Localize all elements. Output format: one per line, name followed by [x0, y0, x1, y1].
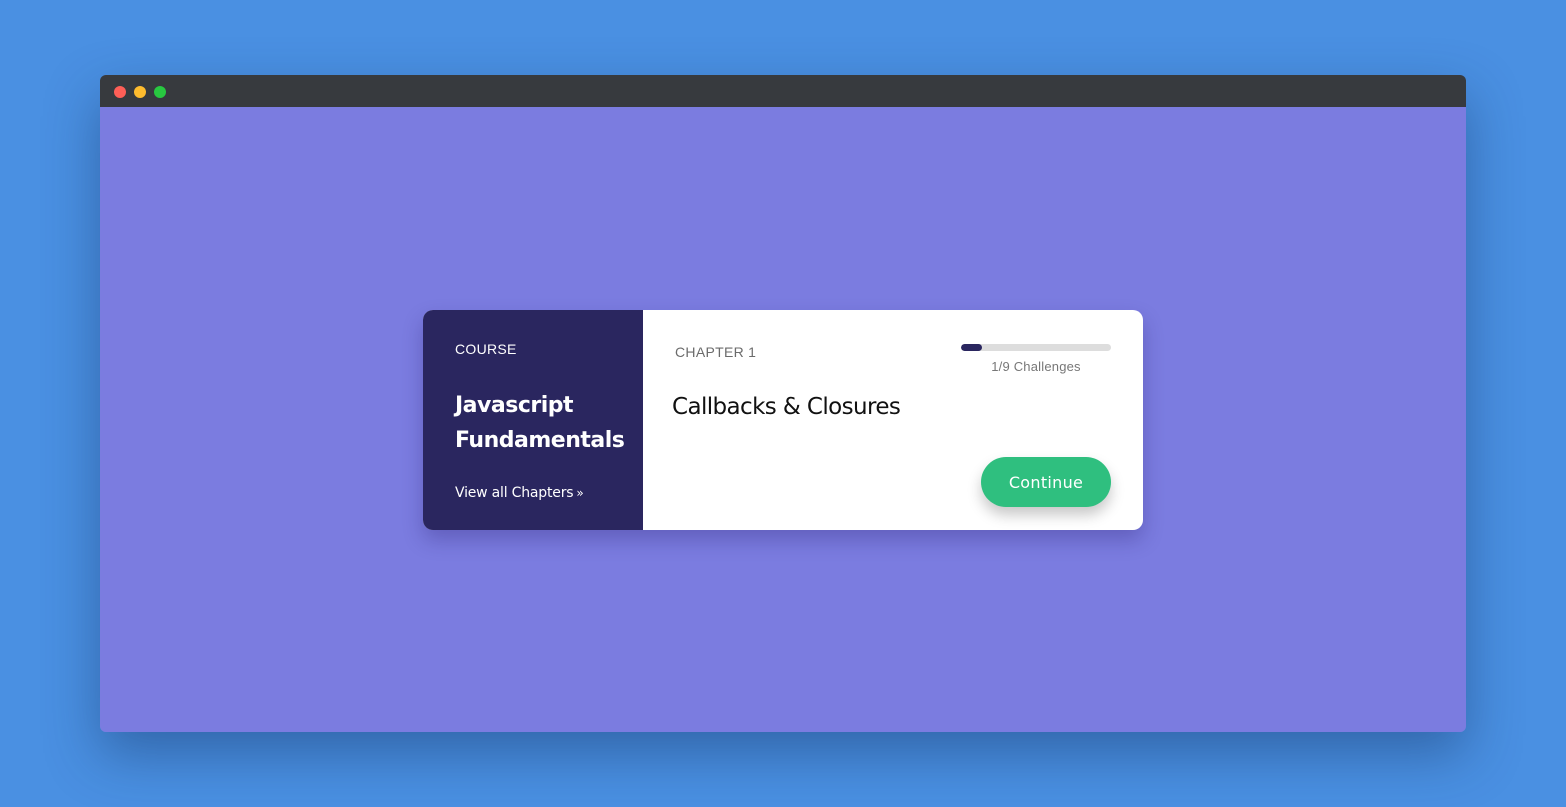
course-preview-panel: COURSE Javascript Fundamentals View all …: [423, 310, 643, 530]
view-all-chapters-label: View all Chapters: [455, 485, 574, 501]
progress-container: 1/9 Challenges: [961, 344, 1111, 374]
progress-bar-fill: [961, 344, 982, 351]
course-title: Javascript Fundamentals: [455, 393, 625, 453]
view-all-chapters-link[interactable]: View all Chapters»: [455, 485, 584, 501]
course-card: COURSE Javascript Fundamentals View all …: [423, 310, 1143, 530]
maximize-window-button[interactable]: [154, 86, 166, 98]
browser-window: COURSE Javascript Fundamentals View all …: [100, 75, 1466, 732]
chapter-info-panel: 1/9 Challenges CHAPTER 1 Callbacks & Clo…: [643, 310, 1143, 530]
double-chevron-right-icon: »: [576, 486, 584, 500]
continue-button[interactable]: Continue: [981, 457, 1111, 507]
course-label: COURSE: [455, 341, 517, 357]
page-content: COURSE Javascript Fundamentals View all …: [100, 107, 1466, 732]
close-window-button[interactable]: [114, 86, 126, 98]
minimize-window-button[interactable]: [134, 86, 146, 98]
progress-text: 1/9 Challenges: [991, 359, 1081, 374]
chapter-title: Callbacks & Closures: [672, 394, 901, 420]
chapter-label: CHAPTER 1: [675, 344, 757, 360]
window-titlebar: [100, 75, 1466, 107]
progress-bar: [961, 344, 1111, 351]
